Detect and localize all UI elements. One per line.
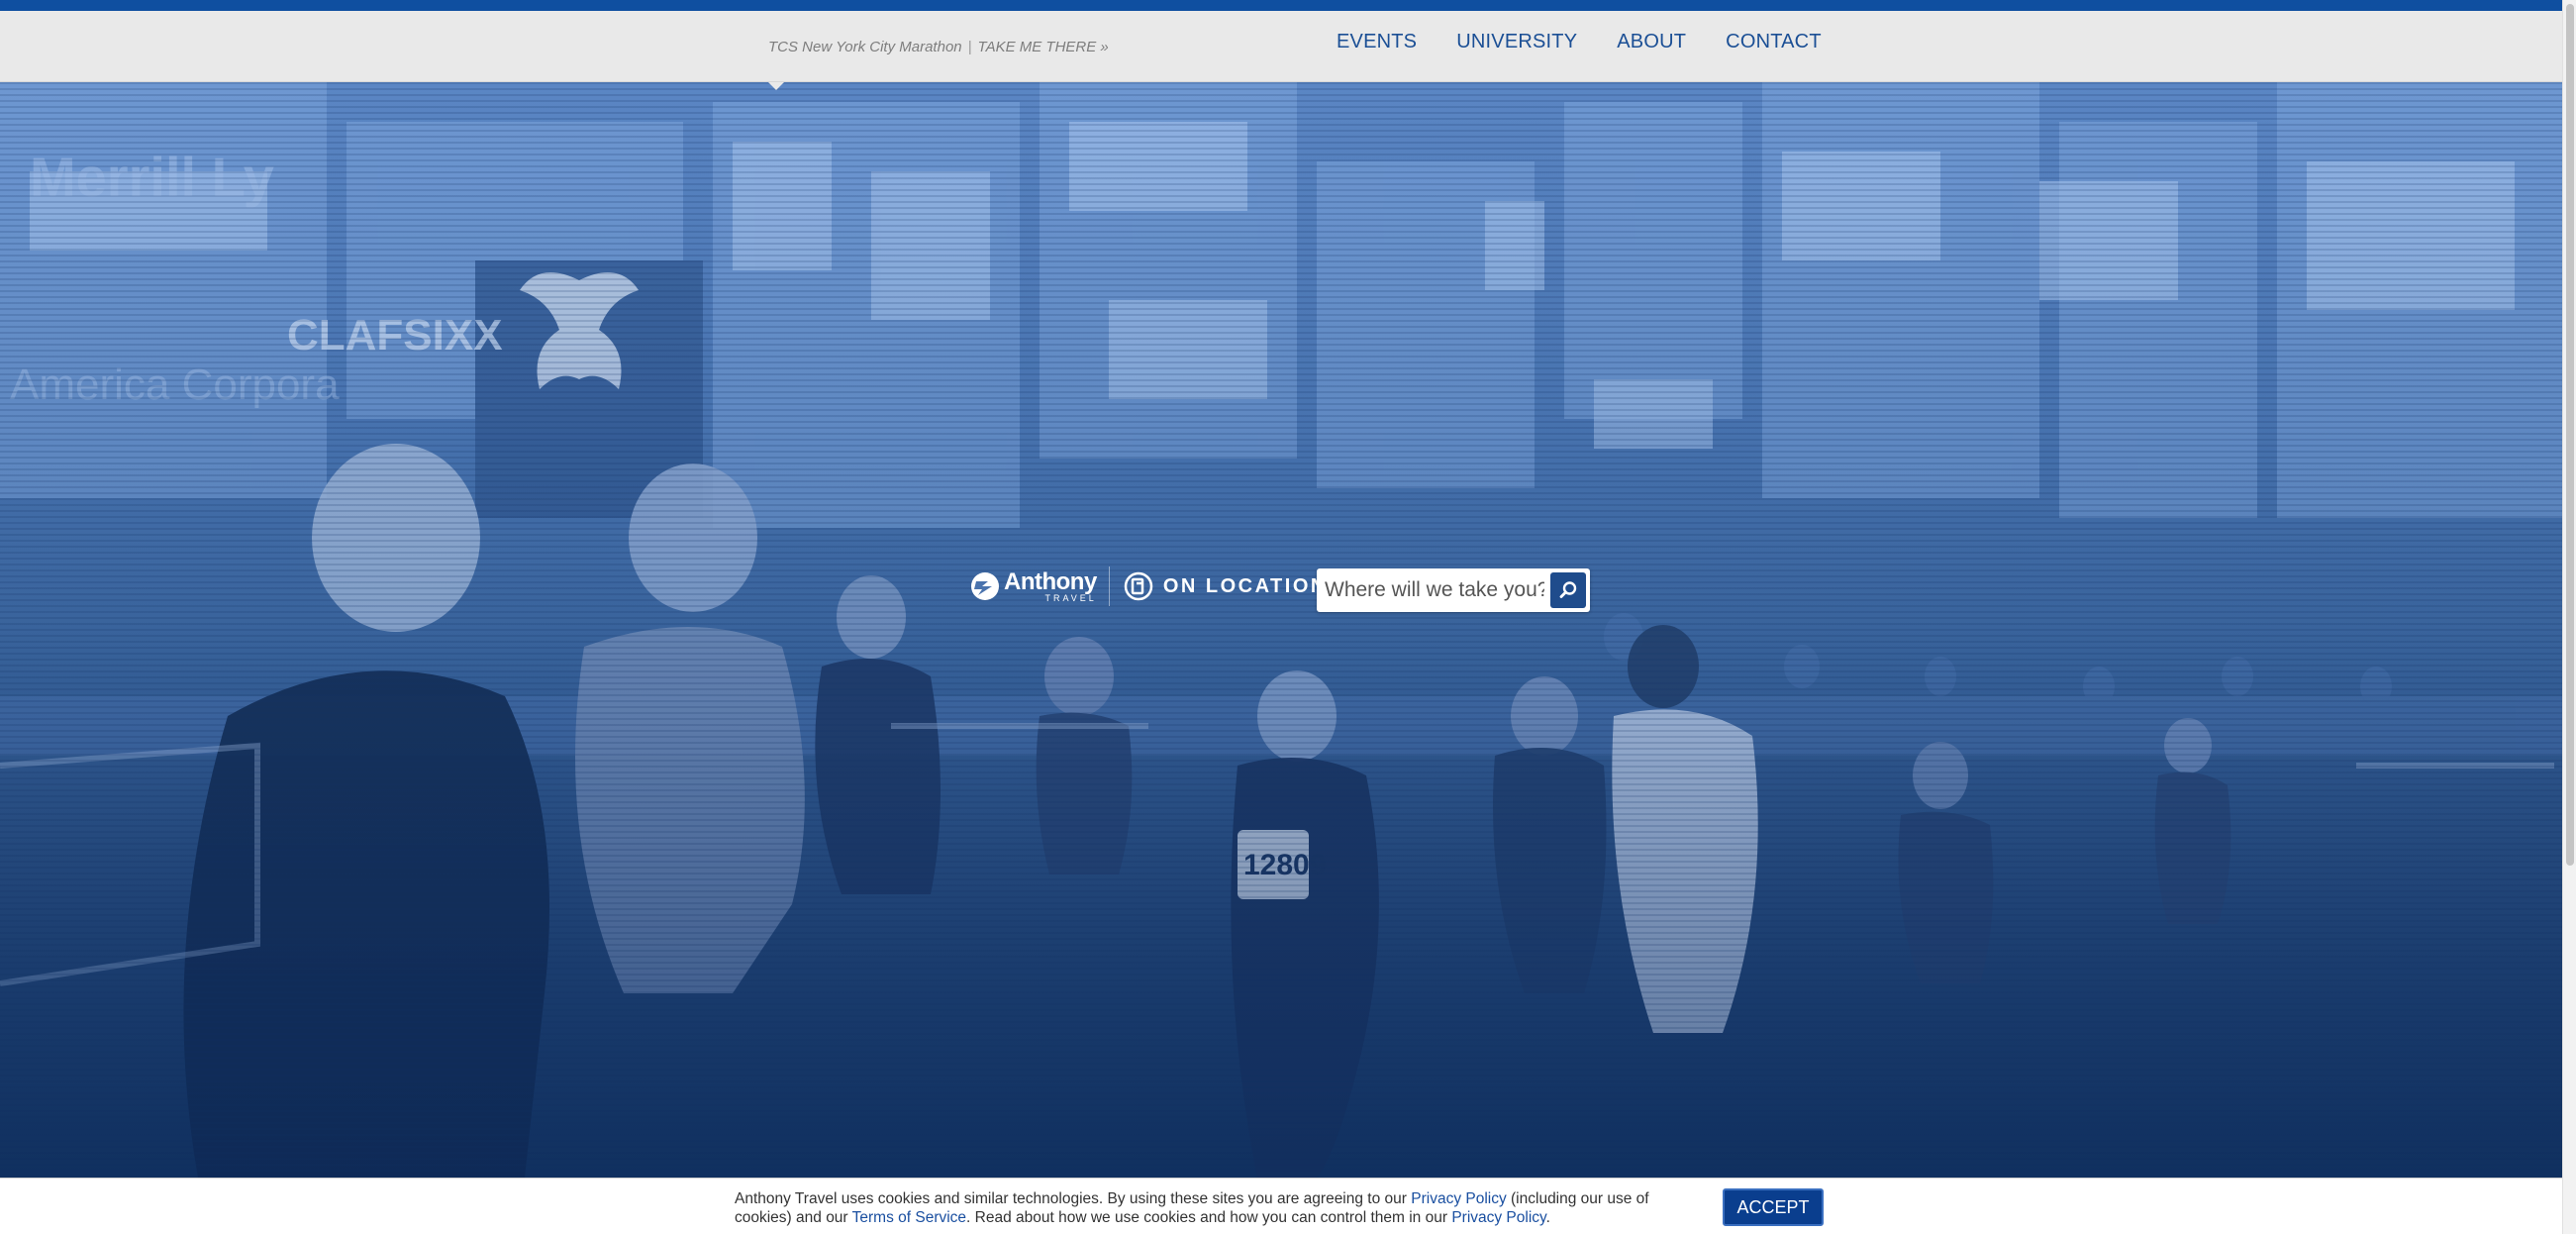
cookie-consent-bar: Anthony Travel uses cookies and similar … bbox=[0, 1178, 2562, 1234]
on-location-logo[interactable]: ON LOCATION bbox=[1124, 571, 1328, 601]
cookie-text-3: . Read about how we use cookies and how … bbox=[966, 1209, 1452, 1226]
promo-separator: | bbox=[967, 38, 972, 55]
on-location-logo-icon bbox=[1124, 571, 1153, 601]
cookie-text-1: Anthony Travel uses cookies and similar … bbox=[735, 1190, 1412, 1207]
nav-university[interactable]: UNIVERSITY bbox=[1456, 31, 1577, 53]
hero-section: Merrill Ly CLAFSIXX America Corpora 1280… bbox=[0, 82, 2562, 1178]
bib-number: 12809 bbox=[1243, 849, 1326, 881]
event-promo[interactable]: TCS New York City Marathon | TAKE ME THE… bbox=[768, 35, 1109, 58]
destination-search-input[interactable] bbox=[1317, 570, 1544, 610]
top-brand-stripe bbox=[0, 0, 2562, 11]
take-me-there-link[interactable]: TAKE ME THERE » bbox=[978, 39, 1109, 55]
page: TCS New York City Marathon | TAKE ME THE… bbox=[0, 0, 2576, 1234]
privacy-policy-link-2[interactable]: Privacy Policy bbox=[1451, 1209, 1545, 1226]
merrill-sign: Merrill Ly bbox=[30, 146, 274, 208]
accept-cookies-button[interactable]: ACCEPT bbox=[1723, 1188, 1824, 1226]
brand-lockup: Anthony TRAVEL ON LOCATION bbox=[970, 563, 1328, 610]
brand-divider bbox=[1108, 566, 1110, 606]
nav-contact[interactable]: CONTACT bbox=[1726, 31, 1822, 53]
privacy-policy-link[interactable]: Privacy Policy bbox=[1411, 1190, 1506, 1207]
search-button[interactable] bbox=[1550, 572, 1586, 608]
header-pointer-notch bbox=[768, 82, 784, 90]
terms-of-service-link[interactable]: Terms of Service bbox=[852, 1209, 966, 1226]
page-scrollbar[interactable] bbox=[2562, 0, 2576, 1234]
site-header: TCS New York City Marathon | TAKE ME THE… bbox=[0, 11, 2562, 82]
nav-events[interactable]: EVENTS bbox=[1337, 31, 1417, 53]
cookie-notice-text: Anthony Travel uses cookies and similar … bbox=[735, 1189, 1655, 1227]
america-corp-sign: America Corpora bbox=[10, 360, 340, 409]
promo-event-name[interactable]: TCS New York City Marathon bbox=[768, 39, 962, 55]
anthony-travel-logo[interactable]: Anthony TRAVEL bbox=[970, 566, 1097, 606]
destination-search bbox=[1317, 568, 1590, 612]
anthony-travel-logo-icon bbox=[971, 572, 999, 600]
search-icon bbox=[1559, 581, 1577, 598]
nav-about[interactable]: ABOUT bbox=[1617, 31, 1686, 53]
clafsixx-sign: CLAFSIXX bbox=[287, 311, 503, 360]
travel-wordmark: TRAVEL bbox=[1044, 592, 1097, 603]
on-location-wordmark: ON LOCATION bbox=[1162, 574, 1328, 597]
anthony-wordmark: Anthony bbox=[1004, 567, 1097, 595]
runners: 12809 bbox=[183, 444, 2231, 1178]
hero-background-image: Merrill Ly CLAFSIXX America Corpora 1280… bbox=[0, 82, 2562, 1178]
scrollbar-thumb[interactable] bbox=[2566, 4, 2574, 866]
cookie-text-4: . bbox=[1545, 1209, 1550, 1226]
main-nav: EVENTS UNIVERSITY ABOUT CONTACT bbox=[1337, 31, 1822, 53]
